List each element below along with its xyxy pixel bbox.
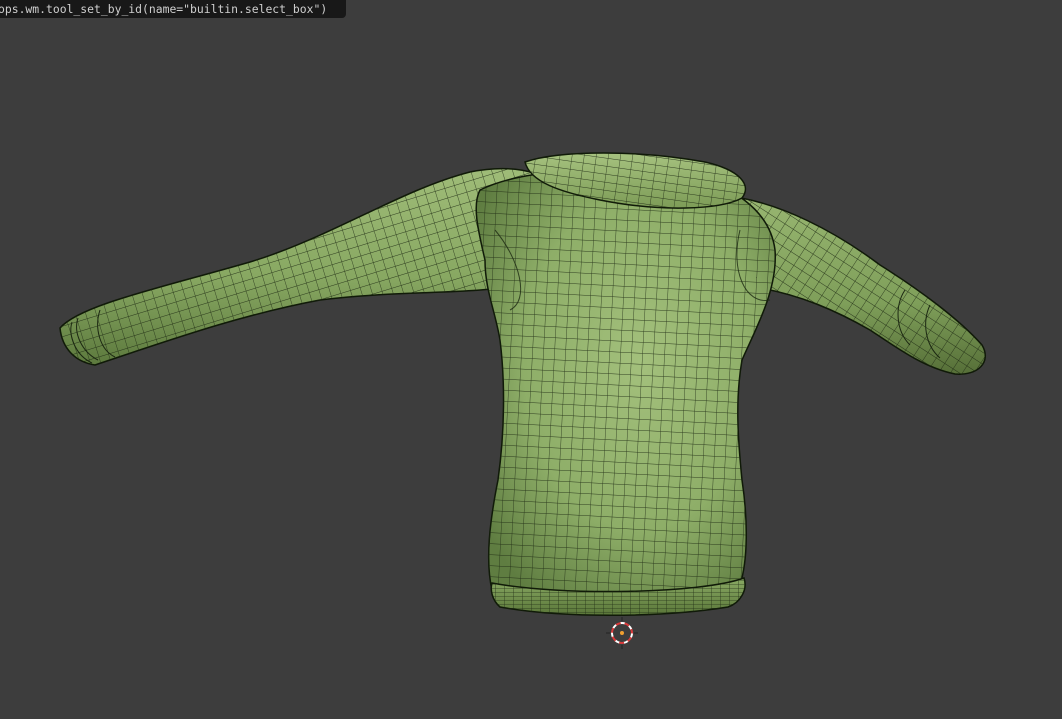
tooltip-text: ops.wm.tool_set_by_id(name="builtin.sele… [0,2,328,16]
3d-cursor-icon[interactable] [606,617,638,649]
python-tooltip: ops.wm.tool_set_by_id(name="builtin.sele… [0,0,346,18]
torso [475,169,776,599]
sweater-mesh-model[interactable] [0,0,1062,719]
3d-viewport[interactable]: ops.wm.tool_set_by_id(name="builtin.sele… [0,0,1062,719]
